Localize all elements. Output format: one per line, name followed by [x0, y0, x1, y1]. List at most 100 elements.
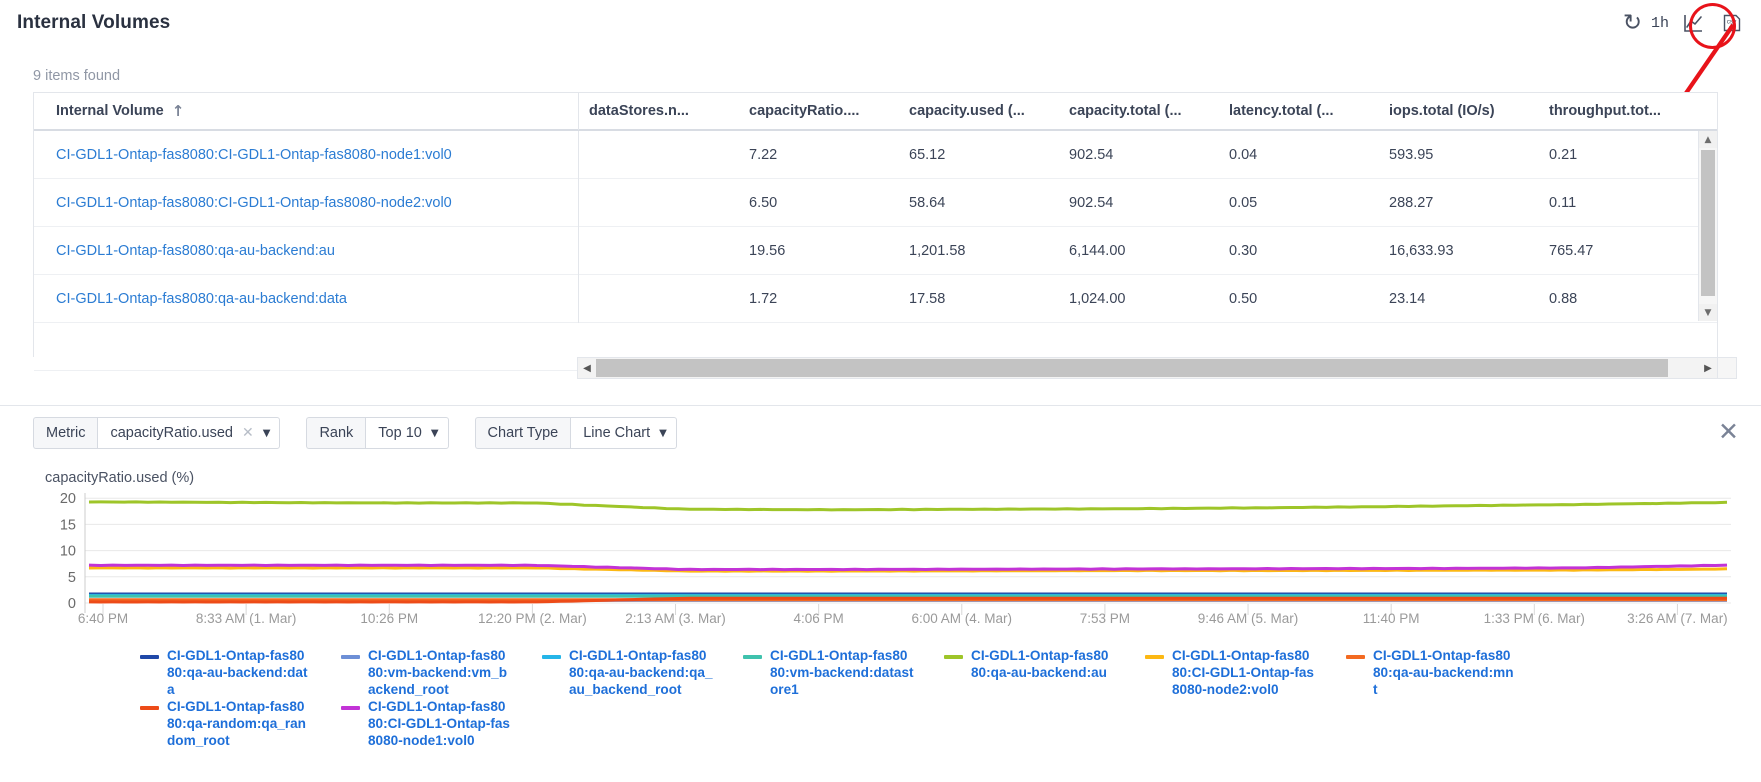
legend-color-swatch: [140, 706, 159, 710]
internal-volume-link[interactable]: CI-GDL1-Ontap-fas8080:qa-au-backend:au: [56, 243, 335, 259]
chart-axis-title: capacityRatio.used (%): [45, 470, 194, 486]
x-axis-tick-label: 11:40 PM: [1363, 611, 1420, 626]
legend-row: CI-GDL1-Ontap-fas8080:qa-random:qa_rando…: [140, 698, 1700, 749]
svg-text:0: 0: [68, 596, 76, 612]
legend-label[interactable]: CI-GDL1-Ontap-fas8080:qa-au-backend:mnt: [1373, 647, 1518, 698]
legend-item[interactable]: CI-GDL1-Ontap-fas8080:qa-random:qa_rando…: [140, 698, 312, 749]
legend-label[interactable]: CI-GDL1-Ontap-fas8080:qa-au-backend:au: [971, 647, 1116, 681]
table-row[interactable]: CI-GDL1-Ontap-fas8080:CI-GDL1-Ontap-fas8…: [34, 179, 1717, 227]
line-chart-svg: 05101520: [33, 487, 1733, 627]
metric-label: Metric: [33, 417, 97, 449]
time-range-label[interactable]: 1h: [1651, 15, 1669, 32]
rank-select[interactable]: Top 10 ▼: [365, 417, 448, 449]
legend-label[interactable]: CI-GDL1-Ontap-fas8080:qa-au-backend:data: [167, 647, 312, 698]
cell-capacity-used: 1,201.58: [899, 243, 1059, 259]
csv-download-icon[interactable]: csv: [1717, 9, 1747, 37]
internal-volume-link[interactable]: CI-GDL1-Ontap-fas8080:qa-au-backend:data: [56, 291, 347, 307]
chart-legend: CI-GDL1-Ontap-fas8080:qa-au-backend:data…: [140, 647, 1700, 749]
refresh-icon[interactable]: ↻: [1623, 12, 1642, 35]
scroll-up-icon[interactable]: ▲: [1699, 131, 1717, 148]
horizontal-scroll-track[interactable]: [596, 358, 1699, 378]
internal-volume-link[interactable]: CI-GDL1-Ontap-fas8080:CI-GDL1-Ontap-fas8…: [56, 147, 452, 163]
legend-item[interactable]: CI-GDL1-Ontap-fas8080:vm-backend:datasto…: [743, 647, 915, 698]
table-row[interactable]: CI-GDL1-Ontap-fas8080:qa-au-backend:au 1…: [34, 227, 1717, 275]
x-axis-tick-label: 6:00 AM (4. Mar): [912, 611, 1013, 626]
legend-color-swatch: [944, 655, 963, 659]
cell-latency-total: 0.50: [1219, 291, 1379, 307]
line-chart-icon[interactable]: [1678, 9, 1708, 37]
x-axis-tick-label: 3:26 AM (7. Mar): [1627, 611, 1728, 626]
legend-label[interactable]: CI-GDL1-Ontap-fas8080:qa-au-backend:qa_a…: [569, 647, 714, 698]
column-header-iops-total[interactable]: iops.total (IO/s): [1379, 103, 1539, 119]
x-axis-tick-label: 9:46 AM (5. Mar): [1198, 611, 1299, 626]
table-row[interactable]: CI-GDL1-Ontap-fas8080:CI-GDL1-Ontap-fas8…: [34, 131, 1717, 179]
x-axis-tick-label: 8:33 AM (1. Mar): [196, 611, 297, 626]
column-header-datastores[interactable]: dataStores.n...: [579, 103, 739, 119]
cell-capacity-ratio: 7.22: [739, 147, 899, 163]
table-row[interactable]: CI-GDL1-Ontap-fas8080:qa-au-backend:data…: [34, 275, 1717, 323]
metric-select[interactable]: capacityRatio.used ✕ ▼: [97, 417, 280, 449]
legend-color-swatch: [743, 655, 762, 659]
cell-capacity-total: 902.54: [1059, 147, 1219, 163]
x-axis-tick-label: 1:33 PM (6. Mar): [1484, 611, 1585, 626]
cell-capacity-used: 65.12: [899, 147, 1059, 163]
column-header-label: Internal Volume: [56, 103, 164, 119]
legend-item[interactable]: CI-GDL1-Ontap-fas8080:CI-GDL1-Ontap-fas8…: [1145, 647, 1317, 698]
chevron-down-icon: ▼: [431, 428, 439, 439]
chart-series-line: [89, 502, 1727, 510]
legend-item[interactable]: CI-GDL1-Ontap-fas8080:vm-backend:vm_back…: [341, 647, 513, 698]
svg-text:10: 10: [60, 544, 76, 560]
svg-text:20: 20: [60, 491, 76, 507]
page-title: Internal Volumes: [17, 12, 170, 34]
legend-color-swatch: [341, 655, 360, 659]
cell-throughput-total: 0.21: [1539, 147, 1699, 163]
chart-type-value: Line Chart: [583, 425, 650, 441]
legend-label[interactable]: CI-GDL1-Ontap-fas8080:vm-backend:datasto…: [770, 647, 915, 698]
metric-control: Metric capacityRatio.used ✕ ▼: [33, 417, 280, 449]
column-header-throughput-total[interactable]: throughput.tot...: [1539, 103, 1699, 119]
table-horizontal-scrollbar[interactable]: ◀ ▶: [577, 357, 1718, 379]
column-header-latency-total[interactable]: latency.total (...: [1219, 103, 1379, 119]
legend-label[interactable]: CI-GDL1-Ontap-fas8080:vm-backend:vm_back…: [368, 647, 513, 698]
column-header-capacity-ratio[interactable]: capacityRatio....: [739, 103, 899, 119]
sort-ascending-icon: ↑: [172, 102, 185, 120]
close-panel-button[interactable]: ✕: [1718, 419, 1739, 444]
chart-type-control: Chart Type Line Chart ▼: [475, 417, 677, 449]
rank-label: Rank: [306, 417, 365, 449]
x-axis-tick-label: 7:53 PM: [1080, 611, 1130, 626]
clear-metric-icon[interactable]: ✕: [242, 425, 254, 441]
chart-type-select[interactable]: Line Chart ▼: [570, 417, 677, 449]
cell-capacity-ratio: 1.72: [739, 291, 899, 307]
scroll-down-icon[interactable]: ▼: [1699, 304, 1717, 321]
volumes-table: Internal Volume ↑ dataStores.n... capaci…: [33, 92, 1718, 357]
internal-volume-link[interactable]: CI-GDL1-Ontap-fas8080:CI-GDL1-Ontap-fas8…: [56, 195, 452, 211]
legend-item[interactable]: CI-GDL1-Ontap-fas8080:qa-au-backend:data: [140, 647, 312, 698]
x-axis-tick-label: 4:06 PM: [794, 611, 844, 626]
scroll-right-icon[interactable]: ▶: [1699, 358, 1717, 378]
legend-label[interactable]: CI-GDL1-Ontap-fas8080:CI-GDL1-Ontap-fas8…: [1172, 647, 1317, 698]
legend-label[interactable]: CI-GDL1-Ontap-fas8080:CI-GDL1-Ontap-fas8…: [368, 698, 513, 749]
chevron-down-icon: ▼: [263, 428, 271, 439]
scroll-left-icon[interactable]: ◀: [578, 358, 596, 378]
column-header-capacity-total[interactable]: capacity.total (...: [1059, 103, 1219, 119]
legend-item[interactable]: CI-GDL1-Ontap-fas8080:CI-GDL1-Ontap-fas8…: [341, 698, 513, 749]
cell-latency-total: 0.30: [1219, 243, 1379, 259]
internal-volumes-page: Internal Volumes ↻ 1h csv: [0, 0, 1761, 782]
legend-item[interactable]: CI-GDL1-Ontap-fas8080:qa-au-backend:qa_a…: [542, 647, 714, 698]
legend-label[interactable]: CI-GDL1-Ontap-fas8080:qa-random:qa_rando…: [167, 698, 312, 749]
chart-canvas: 05101520: [33, 487, 1733, 627]
legend-item[interactable]: CI-GDL1-Ontap-fas8080:qa-au-backend:mnt: [1346, 647, 1518, 698]
legend-item[interactable]: CI-GDL1-Ontap-fas8080:qa-au-backend:au: [944, 647, 1116, 698]
column-header-internal-volume[interactable]: Internal Volume ↑: [34, 92, 579, 130]
cell-capacity-total: 1,024.00: [1059, 291, 1219, 307]
cell-latency-total: 0.04: [1219, 147, 1379, 163]
table-body: CI-GDL1-Ontap-fas8080:CI-GDL1-Ontap-fas8…: [34, 131, 1717, 371]
horizontal-scroll-thumb[interactable]: [596, 359, 1668, 377]
vertical-scroll-thumb[interactable]: [1701, 150, 1715, 296]
table-vertical-scrollbar[interactable]: ▲ ▼: [1698, 131, 1717, 321]
chevron-down-icon: ▼: [659, 428, 667, 439]
column-header-capacity-used[interactable]: capacity.used (...: [899, 103, 1059, 119]
legend-row: CI-GDL1-Ontap-fas8080:qa-au-backend:data…: [140, 647, 1700, 698]
chart-controls: Metric capacityRatio.used ✕ ▼ Rank Top 1…: [33, 417, 677, 449]
cell-internal-volume: CI-GDL1-Ontap-fas8080:qa-au-backend:au: [34, 227, 579, 275]
